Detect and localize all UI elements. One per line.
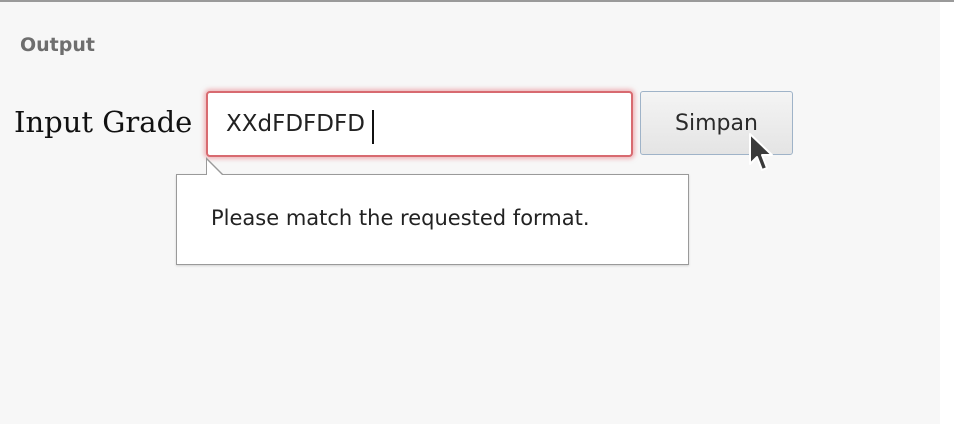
- validation-message: Please match the requested format.: [211, 206, 590, 230]
- mouse-pointer-icon: [749, 133, 773, 171]
- grade-input[interactable]: [206, 91, 633, 157]
- text-caret: [372, 110, 374, 144]
- validation-tooltip: Please match the requested format.: [176, 174, 689, 265]
- input-grade-label: Input Grade: [14, 105, 193, 139]
- panel-title: Output: [20, 34, 95, 56]
- tooltip-arrow-fill: [207, 160, 223, 176]
